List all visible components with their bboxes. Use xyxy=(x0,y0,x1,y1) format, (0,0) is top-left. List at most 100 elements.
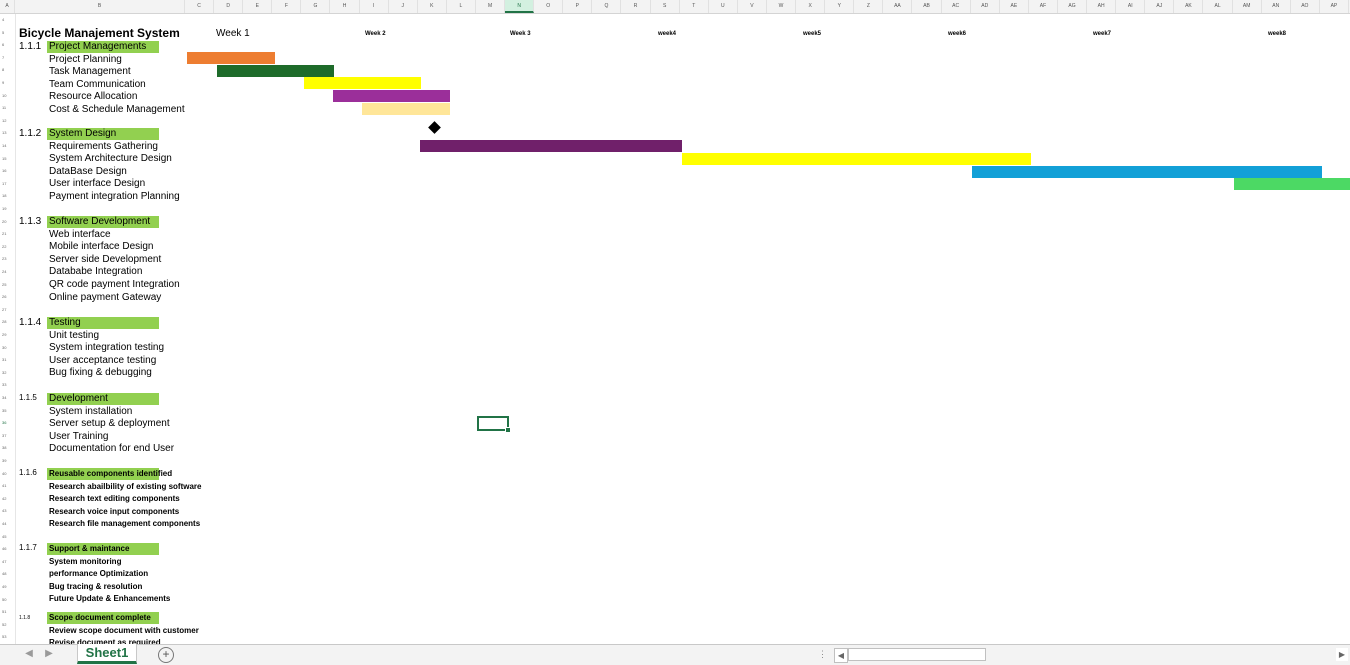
gantt-bar[interactable] xyxy=(217,65,334,77)
row-header-50[interactable]: 50 xyxy=(0,597,15,603)
row-header-16[interactable]: 16 xyxy=(0,168,15,174)
gantt-bar[interactable] xyxy=(333,90,450,102)
row-header-28[interactable]: 28 xyxy=(0,319,15,325)
row-header-41[interactable]: 41 xyxy=(0,483,15,489)
row-header-4[interactable]: 4 xyxy=(0,17,15,23)
column-header-ah[interactable]: AH xyxy=(1087,0,1117,13)
row-header-48[interactable]: 48 xyxy=(0,571,15,577)
column-header-an[interactable]: AN xyxy=(1262,0,1291,13)
column-header-d[interactable]: D xyxy=(214,0,244,13)
column-header-al[interactable]: AL xyxy=(1204,0,1233,13)
column-header-b[interactable]: B xyxy=(15,0,185,13)
selected-cell[interactable] xyxy=(477,416,511,433)
row-header-29[interactable]: 29 xyxy=(0,332,15,338)
row-header-35[interactable]: 35 xyxy=(0,408,15,414)
row-header-20[interactable]: 20 xyxy=(0,219,15,225)
column-header-i[interactable]: I xyxy=(360,0,389,13)
row-header-33[interactable]: 33 xyxy=(0,382,15,388)
column-header-ac[interactable]: AC xyxy=(942,0,971,13)
row-header-31[interactable]: 31 xyxy=(0,357,15,363)
column-header-ab[interactable]: AB xyxy=(913,0,942,13)
add-sheet-icon[interactable]: + xyxy=(158,647,174,663)
row-header-21[interactable]: 21 xyxy=(0,231,15,237)
row-header-27[interactable]: 27 xyxy=(0,307,15,313)
row-header-45[interactable]: 45 xyxy=(0,534,15,540)
row-header-30[interactable]: 30 xyxy=(0,345,15,351)
column-header-a[interactable]: A xyxy=(0,0,15,13)
row-header-6[interactable]: 6 xyxy=(0,42,15,48)
row-header-53[interactable]: 53 xyxy=(0,634,15,640)
spreadsheet-grid[interactable]: A B C D E F G H I J K L M N O P Q R S T U V W X Y Z AA AB AC AD AE AF AG… xyxy=(0,0,1350,644)
gantt-bar[interactable] xyxy=(1234,178,1350,190)
row-header-44[interactable]: 44 xyxy=(0,521,15,527)
gantt-bar[interactable] xyxy=(362,103,450,115)
column-header-x[interactable]: X xyxy=(796,0,826,13)
column-header-w[interactable]: W xyxy=(767,0,797,13)
column-header-v[interactable]: V xyxy=(738,0,767,13)
row-header-36[interactable]: 36 xyxy=(0,420,15,426)
column-header-l[interactable]: L xyxy=(447,0,476,13)
prev-sheet-icon[interactable]: ◀ xyxy=(22,648,36,659)
column-header-p[interactable]: P xyxy=(563,0,593,13)
row-header-15[interactable]: 15 xyxy=(0,156,15,162)
column-header-n[interactable]: N xyxy=(505,0,535,13)
column-header-ag[interactable]: AG xyxy=(1058,0,1088,13)
gantt-bar[interactable] xyxy=(187,52,275,64)
column-header-k[interactable]: K xyxy=(418,0,447,13)
row-header-17[interactable]: 17 xyxy=(0,181,15,187)
row-header-8[interactable]: 8 xyxy=(0,67,15,73)
row-header-42[interactable]: 42 xyxy=(0,496,15,502)
gantt-bar[interactable] xyxy=(972,166,1322,178)
row-header-13[interactable]: 13 xyxy=(0,130,15,136)
column-header-c[interactable]: C xyxy=(185,0,215,13)
row-header-19[interactable]: 19 xyxy=(0,206,15,212)
scroll-left-icon[interactable]: ◀ xyxy=(834,648,848,663)
row-header-52[interactable]: 52 xyxy=(0,622,15,628)
horizontal-scroll-thumb[interactable] xyxy=(848,648,986,661)
row-header-49[interactable]: 49 xyxy=(0,584,15,590)
column-header-q[interactable]: Q xyxy=(592,0,622,13)
row-header-12[interactable]: 12 xyxy=(0,118,15,124)
gantt-bar[interactable] xyxy=(682,153,1031,165)
row-header-32[interactable]: 32 xyxy=(0,370,15,376)
column-header-u[interactable]: U xyxy=(709,0,738,13)
split-handle-icon[interactable]: ⋮ xyxy=(818,649,827,660)
row-header-24[interactable]: 24 xyxy=(0,269,15,275)
row-header-18[interactable]: 18 xyxy=(0,193,15,199)
column-header-z[interactable]: Z xyxy=(854,0,884,13)
column-header-ao[interactable]: AO xyxy=(1291,0,1320,13)
column-header-ak[interactable]: AK xyxy=(1174,0,1204,13)
column-header-f[interactable]: F xyxy=(272,0,302,13)
row-header-51[interactable]: 51 xyxy=(0,609,15,615)
column-header-e[interactable]: E xyxy=(243,0,273,13)
row-header-37[interactable]: 37 xyxy=(0,433,15,439)
scroll-right-icon[interactable]: ▶ xyxy=(1336,648,1348,661)
next-sheet-icon[interactable]: ▶ xyxy=(42,648,56,659)
row-header-47[interactable]: 47 xyxy=(0,559,15,565)
row-header-26[interactable]: 26 xyxy=(0,294,15,300)
column-header-aa[interactable]: AA xyxy=(883,0,913,13)
row-header-38[interactable]: 38 xyxy=(0,445,15,451)
row-header-43[interactable]: 43 xyxy=(0,508,15,514)
row-header-46[interactable]: 46 xyxy=(0,546,15,552)
column-header-ai[interactable]: AI xyxy=(1116,0,1146,13)
gantt-bar[interactable] xyxy=(304,77,421,89)
column-header-ae[interactable]: AE xyxy=(1000,0,1029,13)
column-header-t[interactable]: T xyxy=(680,0,709,13)
gantt-bar[interactable] xyxy=(420,140,682,152)
column-header-j[interactable]: J xyxy=(389,0,418,13)
row-header-5[interactable]: 5 xyxy=(0,30,15,36)
row-header-11[interactable]: 11 xyxy=(0,105,15,111)
column-header-o[interactable]: O xyxy=(534,0,564,13)
column-header-g[interactable]: G xyxy=(301,0,331,13)
column-header-s[interactable]: S xyxy=(651,0,680,13)
column-header-aj[interactable]: AJ xyxy=(1145,0,1175,13)
row-header-10[interactable]: 10 xyxy=(0,93,15,99)
column-header-ad[interactable]: AD xyxy=(971,0,1000,13)
column-header-ap[interactable]: AP xyxy=(1320,0,1349,13)
row-header-14[interactable]: 14 xyxy=(0,143,15,149)
column-header-af[interactable]: AF xyxy=(1029,0,1058,13)
column-header-y[interactable]: Y xyxy=(825,0,855,13)
row-header-39[interactable]: 39 xyxy=(0,458,15,464)
row-header-34[interactable]: 34 xyxy=(0,395,15,401)
